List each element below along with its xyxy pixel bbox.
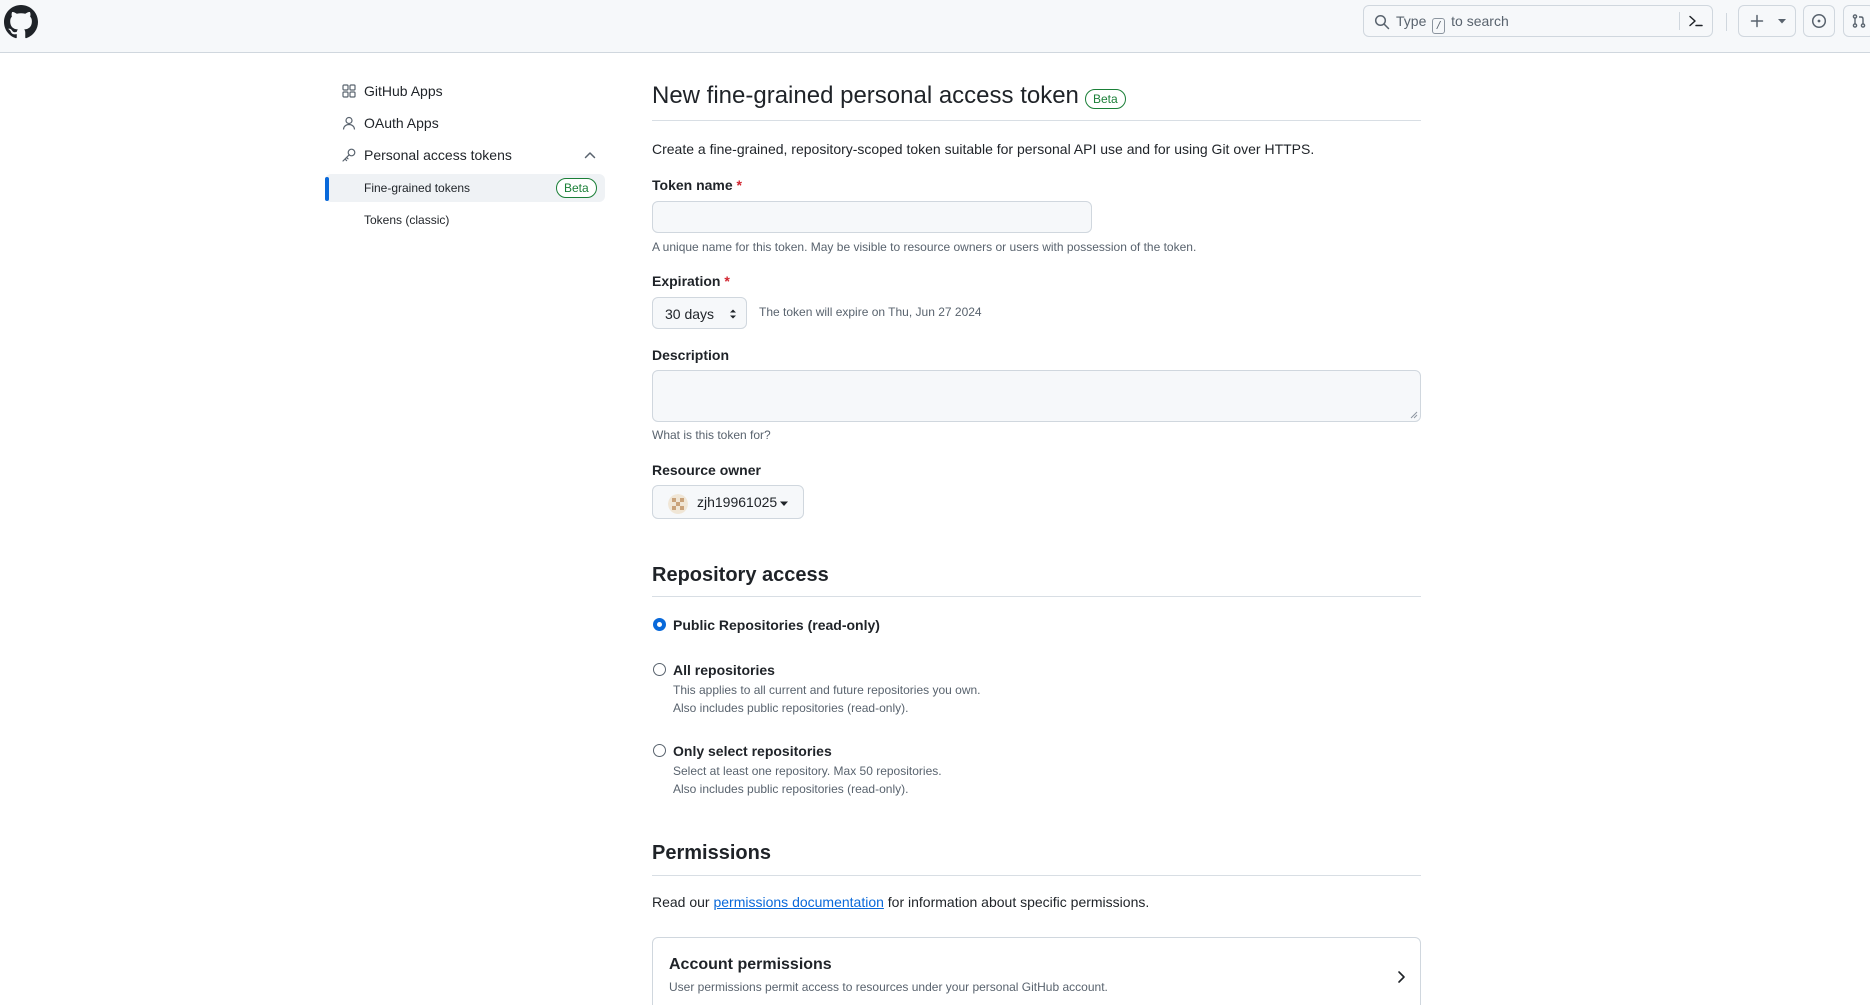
sidebar-item-label: GitHub Apps: [364, 83, 443, 99]
token-name-note: A unique name for this token. May be vis…: [652, 240, 1197, 254]
radio-all-repositories[interactable]: [653, 663, 666, 676]
radio-description: Also includes public repositories (read-…: [673, 701, 909, 715]
description-note: What is this token for?: [652, 428, 771, 442]
sidebar-item-label: OAuth Apps: [364, 115, 439, 131]
radio-label: Only select repositories: [673, 743, 832, 759]
search-icon: [1374, 14, 1390, 30]
resize-grip-icon[interactable]: [1410, 411, 1418, 419]
account-permissions-panel[interactable]: Account permissions User permissions per…: [652, 937, 1421, 1005]
divider: [652, 596, 1421, 597]
required-mark: *: [736, 177, 742, 193]
search-placeholder: Type / to search: [1396, 13, 1509, 34]
radio-label: All repositories: [673, 662, 775, 678]
account-permissions-description: User permissions permit access to resour…: [669, 980, 1108, 994]
radio-public-repositories[interactable]: [653, 618, 666, 631]
plus-icon: [1750, 14, 1764, 28]
permissions-intro: Read our permissions documentation for i…: [652, 894, 1150, 910]
resource-owner-dropdown[interactable]: zjh19961025: [652, 485, 804, 519]
account-permissions-title: Account permissions: [669, 956, 832, 973]
page-description: Create a fine-grained, repository-scoped…: [652, 141, 1315, 157]
sidebar-item-label: Tokens (classic): [364, 213, 450, 227]
expiration-note: The token will expire on Thu, Jun 27 202…: [759, 305, 982, 319]
radio-label: Public Repositories (read-only): [673, 617, 880, 633]
radio-description: This applies to all current and future r…: [673, 683, 981, 697]
github-logo-icon[interactable]: [4, 5, 38, 39]
caret-down-icon: [780, 501, 788, 506]
slash-key-hint: /: [1432, 18, 1446, 34]
issues-button[interactable]: [1803, 5, 1835, 37]
expiration-select[interactable]: 30 days: [652, 297, 747, 329]
avatar: [668, 494, 688, 514]
sidebar-item-oauth-apps[interactable]: OAuth Apps: [325, 110, 605, 136]
resource-owner-name: zjh19961025: [697, 494, 778, 510]
search-input[interactable]: Type / to search: [1363, 5, 1713, 37]
chevron-right-icon: [1398, 971, 1405, 983]
beta-badge: Beta: [1085, 89, 1126, 109]
top-header: Type / to search: [0, 0, 1870, 53]
create-new-button[interactable]: [1738, 5, 1796, 37]
issue-opened-icon: [1811, 13, 1827, 29]
radio-description: Also includes public repositories (read-…: [673, 782, 909, 796]
radio-description: Select at least one repository. Max 50 r…: [673, 764, 942, 778]
permissions-documentation-link[interactable]: permissions documentation: [713, 894, 883, 910]
divider: [652, 120, 1421, 121]
sidebar-item-label: Fine-grained tokens: [364, 181, 471, 195]
terminal-icon: [1689, 15, 1703, 27]
sidebar-item-label: Personal access tokens: [364, 147, 512, 163]
person-icon: [342, 116, 356, 130]
sidebar-item-tokens-classic[interactable]: Tokens (classic): [325, 206, 605, 234]
token-name-label: Token name *: [652, 177, 742, 193]
radio-only-select-repositories[interactable]: [653, 744, 666, 757]
select-arrows-icon: [730, 309, 736, 319]
active-nav-indicator: [325, 177, 329, 201]
git-pull-request-icon: [1852, 14, 1866, 28]
header-divider: [1726, 13, 1727, 31]
description-label: Description: [652, 347, 730, 363]
apps-grid-icon: [342, 84, 356, 98]
expiration-value: 30 days: [665, 306, 715, 322]
description-field-wrap: [652, 370, 1421, 422]
page-title: New fine-grained personal access token: [652, 82, 1079, 109]
repository-access-heading: Repository access: [652, 564, 829, 586]
resource-owner-label: Resource owner: [652, 462, 761, 478]
beta-badge: Beta: [556, 178, 597, 198]
pull-requests-button[interactable]: [1843, 5, 1870, 37]
key-icon: [342, 148, 356, 162]
expiration-label: Expiration *: [652, 273, 730, 289]
command-palette-button[interactable]: [1679, 5, 1713, 37]
sidebar-item-fine-grained-tokens[interactable]: Fine-grained tokens Beta: [325, 174, 605, 202]
chevron-up-icon[interactable]: [584, 150, 596, 160]
required-mark: *: [724, 273, 730, 289]
token-name-input[interactable]: [652, 201, 1092, 233]
sidebar-item-personal-access-tokens[interactable]: Personal access tokens: [325, 142, 605, 168]
caret-down-icon: [1778, 19, 1786, 24]
divider: [652, 875, 1421, 876]
permissions-heading: Permissions: [652, 842, 771, 864]
sidebar-item-github-apps[interactable]: GitHub Apps: [325, 78, 605, 104]
description-textarea[interactable]: [652, 370, 1421, 422]
